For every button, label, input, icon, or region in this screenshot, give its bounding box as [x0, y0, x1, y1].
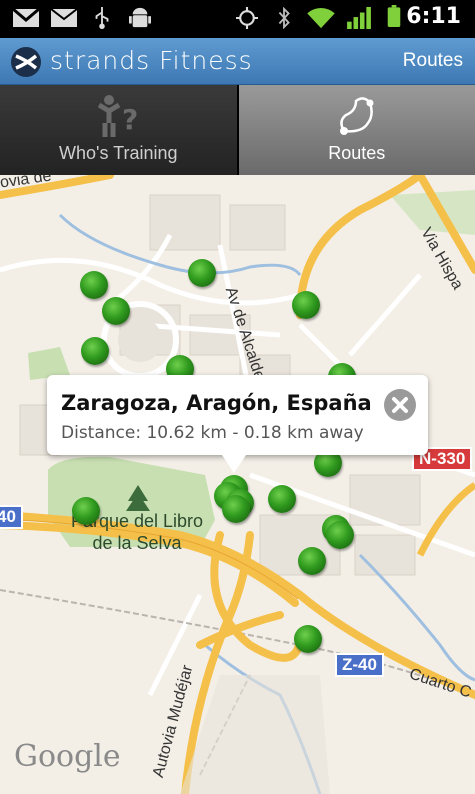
route-marker[interactable]: [326, 521, 354, 549]
bubble-distance: Distance: 10.62 km - 0.18 km away: [61, 423, 364, 443]
route-marker[interactable]: [81, 337, 109, 365]
route-marker[interactable]: [188, 259, 216, 287]
close-button[interactable]: [384, 389, 416, 421]
strands-logo-icon: [11, 47, 41, 77]
email-icon: [50, 8, 78, 27]
bluetooth-icon: [278, 7, 290, 29]
map-view[interactable]: ovia de Av de Alcalde Gómez Via Hispa Au…: [0, 175, 475, 794]
close-icon: [392, 397, 408, 413]
road-shield-left: 40: [0, 505, 23, 529]
info-bubble-tail: [222, 455, 246, 473]
android-debug-icon: [129, 7, 151, 28]
tab-whos-training[interactable]: ? Who's Training: [0, 85, 239, 175]
route-marker[interactable]: [298, 547, 326, 575]
bubble-title: Zaragoza, Aragón, España: [61, 391, 372, 415]
route-marker[interactable]: [268, 485, 296, 513]
header-routes-label[interactable]: Routes: [403, 50, 463, 72]
routes-icon: [339, 97, 374, 135]
route-marker[interactable]: [294, 625, 322, 653]
battery-icon: [387, 5, 401, 27]
svg-text:?: ?: [122, 103, 138, 136]
road-shield-z40: Z-40: [335, 653, 384, 677]
info-bubble[interactable]: Zaragoza, Aragón, España Distance: 10.62…: [47, 375, 428, 455]
tab-routes-label: Routes: [328, 143, 386, 163]
route-marker[interactable]: [292, 291, 320, 319]
status-bar: 6:11: [0, 0, 475, 38]
tab-bar: ? Who's Training Routes: [0, 85, 475, 175]
tab-routes[interactable]: Routes: [238, 85, 475, 175]
route-marker[interactable]: [222, 495, 250, 523]
gps-icon: [236, 7, 258, 29]
app-name: strands Fitness: [50, 46, 253, 75]
signal-icon: [347, 7, 371, 29]
status-time: 6:11: [406, 4, 461, 29]
route-marker[interactable]: [80, 271, 108, 299]
route-marker[interactable]: [102, 297, 130, 325]
gmail-icon: [12, 7, 40, 27]
tab-whos-training-label: Who's Training: [59, 143, 178, 163]
app-header: strands Fitness Routes: [0, 38, 475, 85]
google-attribution: Google: [14, 739, 121, 774]
who-training-icon: ?: [97, 95, 139, 137]
route-marker[interactable]: [72, 497, 100, 525]
usb-icon: [95, 7, 109, 29]
wifi-icon: [307, 8, 335, 29]
